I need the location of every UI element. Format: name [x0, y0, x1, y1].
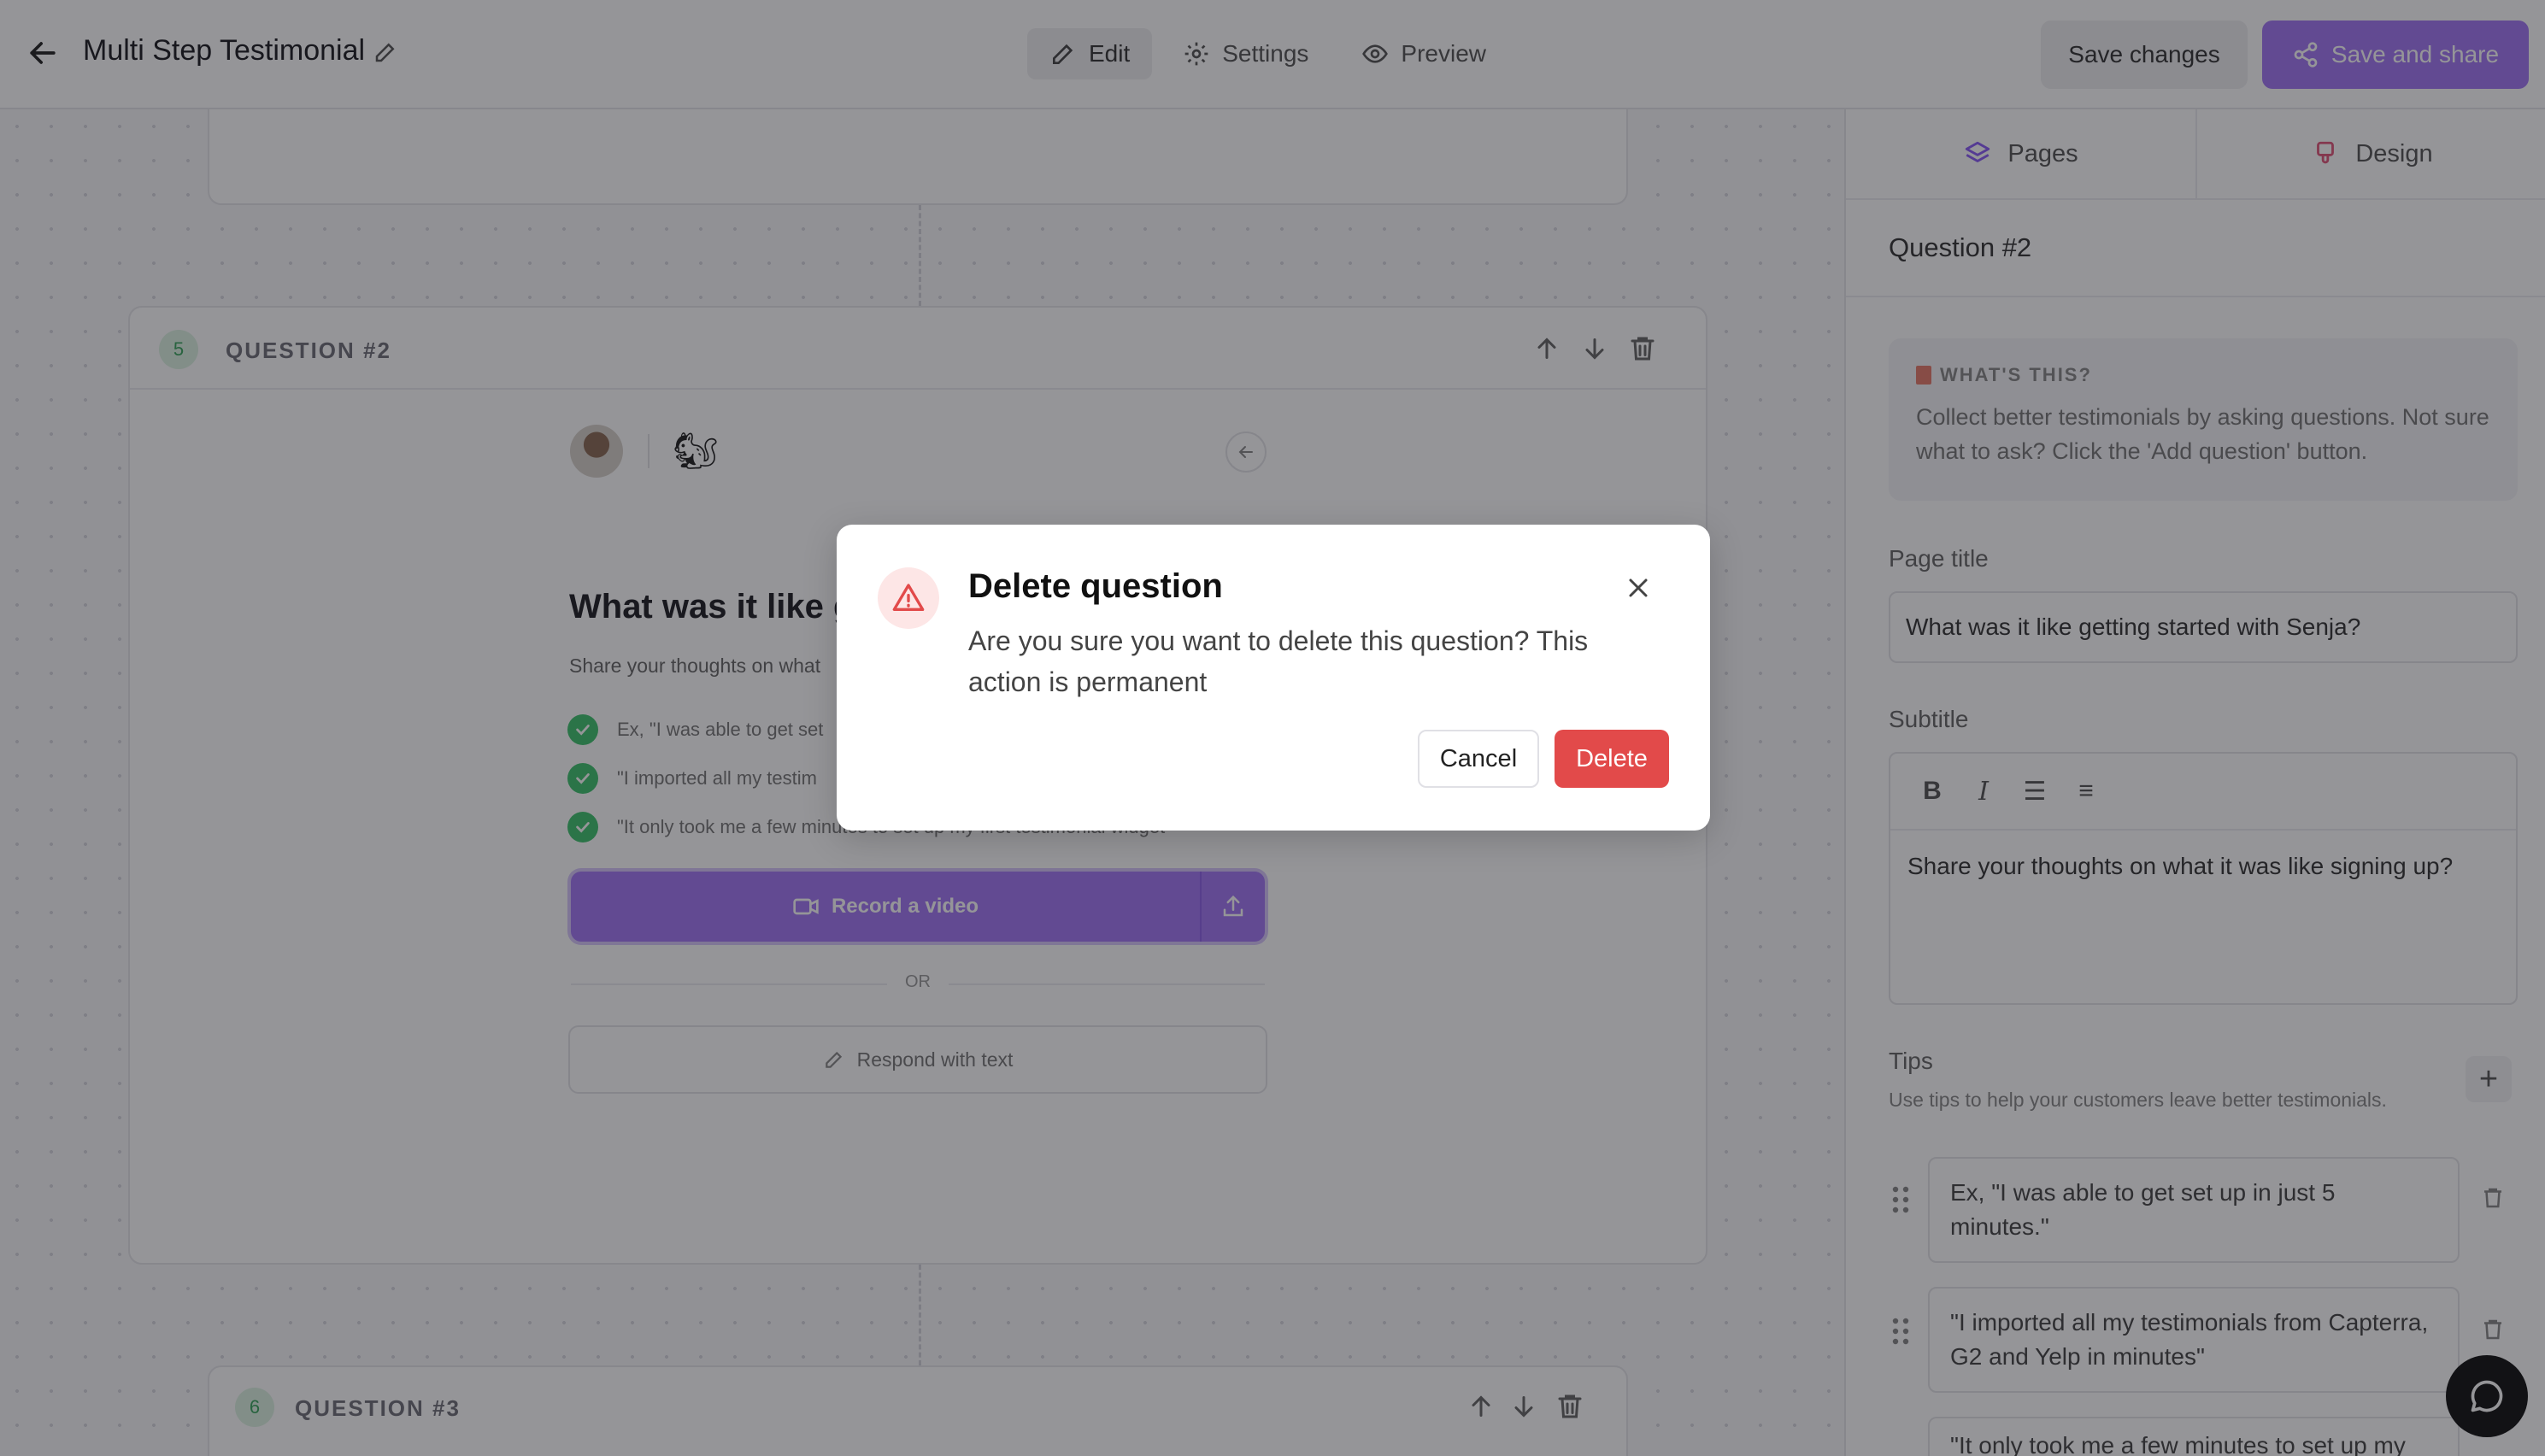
warning-icon-badge — [878, 567, 939, 629]
delete-question-dialog: Delete question Are you sure you want to… — [837, 525, 1710, 831]
close-icon[interactable] — [1623, 572, 1654, 603]
delete-button[interactable]: Delete — [1555, 730, 1669, 788]
warning-icon — [892, 584, 925, 611]
cancel-button[interactable]: Cancel — [1418, 730, 1539, 788]
dialog-title: Delete question — [968, 567, 1223, 605]
dialog-message: Are you sure you want to delete this que… — [968, 625, 1589, 697]
